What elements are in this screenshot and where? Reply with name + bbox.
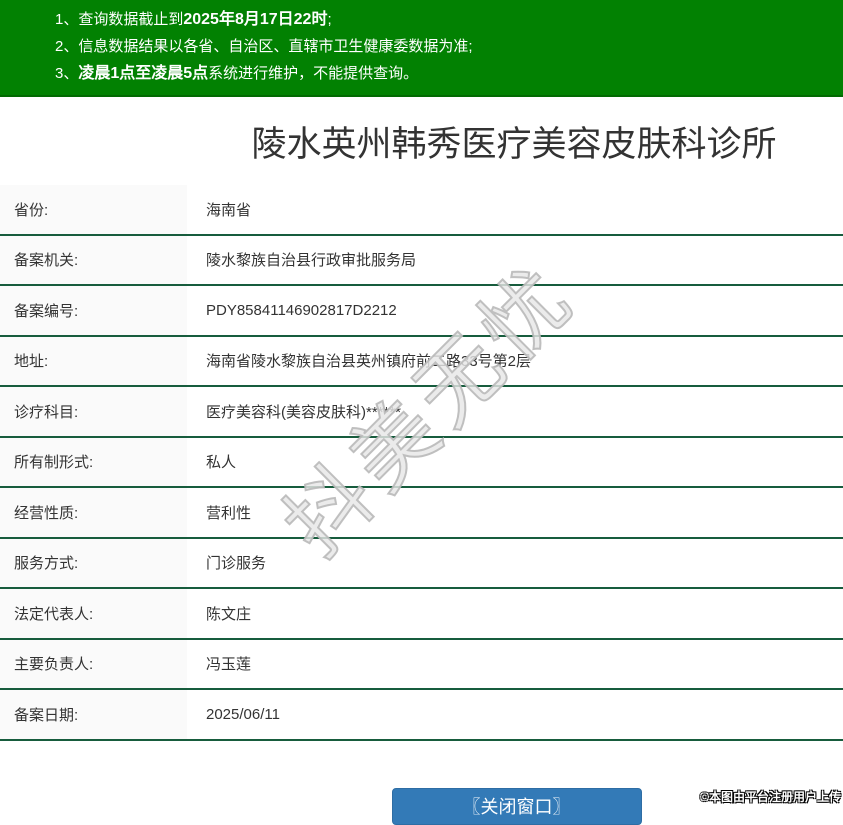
- table-row-record-number: 备案编号: PDY85841146902817D2212: [0, 285, 843, 337]
- notice-2-number: 2、: [55, 38, 79, 55]
- row-label: 主要负责人:: [0, 638, 187, 690]
- notice-3-number: 3、: [55, 65, 79, 82]
- table-row-legal-representative: 法定代表人: 陈文庄: [0, 588, 843, 640]
- row-label: 备案日期:: [0, 689, 187, 741]
- table-row-person-in-charge: 主要负责人: 冯玉莲: [0, 638, 843, 690]
- row-value: 海南省: [187, 185, 843, 236]
- row-label: 诊疗科目:: [0, 386, 187, 438]
- row-label: 省份:: [0, 185, 187, 236]
- upload-credit-watermark: ©本图由平台注册用户上传: [700, 790, 841, 804]
- row-value: 冯玉莲: [187, 638, 843, 690]
- row-label: 经营性质:: [0, 487, 187, 539]
- row-label: 备案编号:: [0, 285, 187, 337]
- table-row-business-nature: 经营性质: 营利性: [0, 487, 843, 539]
- notice-line-2: 2、信息数据结果以各省、自治区、直辖市卫生健康委数据为准;: [55, 33, 833, 60]
- notice-3-bold: 凌晨1点至凌晨5点: [78, 65, 209, 82]
- row-label: 备案机关:: [0, 234, 187, 286]
- row-value: 陵水黎族自治县行政审批服务局: [187, 234, 843, 286]
- close-window-button[interactable]: 〖关闭窗口〗: [391, 787, 642, 825]
- row-value: 私人: [187, 436, 843, 488]
- notice-1-text: 查询数据截止到: [78, 11, 184, 28]
- table-row-authority: 备案机关: 陵水黎族自治县行政审批服务局: [0, 234, 843, 286]
- row-label: 服务方式:: [0, 537, 187, 589]
- table-row-departments: 诊疗科目: 医疗美容科(美容皮肤科)******: [0, 386, 843, 438]
- table-row-ownership: 所有制形式: 私人: [0, 436, 843, 488]
- notice-banner: 1、查询数据截止到2025年8月17日22时; 2、信息数据结果以各省、自治区、…: [0, 0, 843, 97]
- title-area: 陵水英州韩秀医疗美容皮肤科诊所: [0, 97, 843, 185]
- table-row-address: 地址: 海南省陵水黎族自治县英州镇府前二路33号第2层: [0, 335, 843, 387]
- row-label: 法定代表人:: [0, 588, 187, 640]
- notice-1-bold: 2025年8月17日22时: [183, 11, 328, 28]
- notice-1-suffix: ;: [327, 11, 332, 28]
- notice-2-text: 信息数据结果以各省、自治区、直辖市卫生健康委数据为准;: [78, 38, 473, 55]
- table-row-service-mode: 服务方式: 门诊服务: [0, 537, 843, 589]
- notice-line-1: 1、查询数据截止到2025年8月17日22时;: [55, 6, 833, 33]
- row-label: 所有制形式:: [0, 436, 187, 488]
- row-label: 地址:: [0, 335, 187, 387]
- row-value: 医疗美容科(美容皮肤科)******: [187, 386, 843, 438]
- table-row-province: 省份: 海南省: [0, 185, 843, 236]
- table-row-record-date: 备案日期: 2025/06/11: [0, 689, 843, 741]
- row-value: 营利性: [187, 487, 843, 539]
- row-value: 门诊服务: [187, 537, 843, 589]
- registration-info-table: 省份: 海南省 备案机关: 陵水黎族自治县行政审批服务局 备案编号: PDY85…: [0, 185, 843, 741]
- row-value: 海南省陵水黎族自治县英州镇府前二路33号第2层: [187, 335, 843, 387]
- row-value: 陈文庄: [187, 588, 843, 640]
- row-value: PDY85841146902817D2212: [187, 285, 843, 337]
- notice-line-3: 3、凌晨1点至凌晨5点系统进行维护，不能提供查询。: [55, 60, 833, 87]
- notice-1-number: 1、: [55, 11, 79, 28]
- page-title: 陵水英州韩秀医疗美容皮肤科诊所: [251, 124, 777, 164]
- row-value: 2025/06/11: [187, 689, 843, 741]
- notice-3-suffix: 系统进行维护，不能提供查询。: [208, 65, 419, 82]
